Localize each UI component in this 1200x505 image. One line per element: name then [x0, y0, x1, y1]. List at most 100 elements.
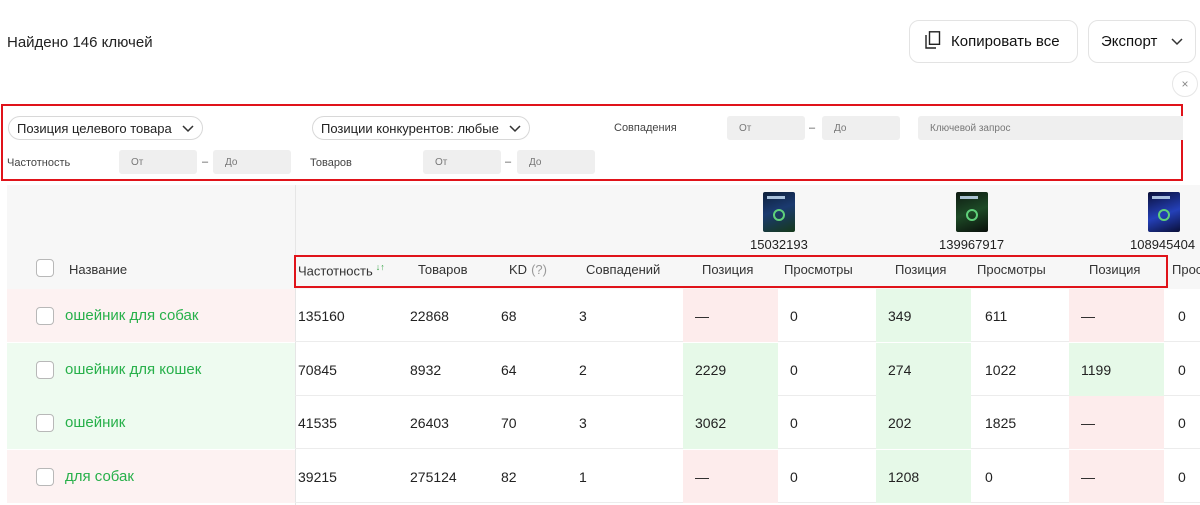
product-image[interactable]	[956, 192, 988, 232]
range-dash: –	[505, 156, 512, 168]
position-cell: —	[1069, 289, 1164, 342]
table-row[interactable]: ошейник 41535 26403 70 3 3062 0 202 1825 — 0	[7, 396, 1200, 449]
chevron-down-icon	[182, 121, 194, 136]
frequency-label: Частотность	[7, 157, 71, 169]
target-position-label: Позиция целевого товара	[17, 120, 172, 136]
export-label: Экспорт	[1101, 33, 1158, 50]
found-keywords-count: Найдено 146 ключей	[7, 34, 153, 51]
column-header-views[interactable]: Прос	[1172, 262, 1200, 277]
range-dash: –	[809, 122, 816, 134]
views-cell: 0	[1178, 414, 1186, 431]
column-header-matches[interactable]: Совпадений	[586, 262, 660, 277]
products-cell: 275124	[410, 468, 457, 485]
row-checkbox[interactable]	[36, 361, 54, 379]
target-position-filter[interactable]: Позиция целевого товара	[8, 116, 203, 140]
position-cell: 274	[876, 343, 971, 396]
range-dash: –	[202, 156, 209, 168]
keyword-search-input[interactable]: Ключевой запрос	[918, 116, 1183, 140]
views-cell: 0	[1178, 361, 1186, 378]
frequency-cell: 70845	[298, 361, 337, 378]
frequency-to-input[interactable]: До	[213, 150, 291, 174]
table-row[interactable]: для собак 39215 275124 82 1 — 0 1208 0 — 0	[7, 450, 1200, 503]
views-cell: 0	[790, 414, 798, 431]
export-dropdown[interactable]: Экспорт	[1088, 20, 1196, 63]
matches-to-input[interactable]: До	[822, 116, 900, 140]
position-cell: —	[1069, 450, 1164, 503]
product-id[interactable]: 15032193	[750, 237, 808, 252]
kd-header-label: KD	[509, 262, 528, 277]
column-header-position[interactable]: Позиция	[1089, 262, 1140, 277]
table-row[interactable]: ошейник для собак 135160 22868 68 3 — 0 349 611 —…	[7, 289, 1200, 342]
sort-icon[interactable]: ↓↑	[376, 262, 385, 272]
copy-all-label: Копировать все	[951, 33, 1060, 50]
column-header-frequency[interactable]: Частотность ↓↑	[298, 262, 385, 278]
keyword-cell: ошейник для собак	[7, 289, 295, 342]
frequency-from-input[interactable]: От	[119, 150, 197, 174]
products-cell: 26403	[410, 414, 449, 431]
matches-from-input[interactable]: От	[727, 116, 805, 140]
views-cell: 1825	[985, 414, 1017, 431]
keyword-link[interactable]: ошейник для кошек	[65, 361, 201, 378]
product-id[interactable]: 108945404	[1130, 237, 1195, 252]
products-from-input[interactable]: От	[423, 150, 501, 174]
copy-all-button[interactable]: Копировать все	[909, 20, 1078, 63]
column-header-views[interactable]: Просмотры	[977, 262, 1046, 277]
keyword-link[interactable]: ошейник	[65, 414, 125, 431]
keyword-cell: для собак	[7, 450, 295, 503]
position-cell: 3062	[683, 396, 778, 449]
frequency-header-label: Частотность	[298, 263, 373, 279]
position-cell: 1208	[876, 450, 971, 503]
table-row[interactable]: ошейник для кошек 70845 8932 64 2 2229 0 274 102…	[7, 343, 1200, 396]
product-id[interactable]: 139967917	[939, 237, 1004, 252]
position-cell: —	[683, 450, 778, 503]
views-cell: 1022	[985, 361, 1017, 378]
position-cell: —	[1069, 396, 1164, 449]
products-label: Товаров	[310, 157, 352, 169]
column-header-kd[interactable]: KD (?)	[509, 262, 547, 277]
competitor-positions-label: Позиции конкурентов: любые	[321, 120, 499, 136]
column-header-views[interactable]: Просмотры	[784, 262, 853, 277]
product-image[interactable]	[1148, 192, 1180, 232]
matches-label: Совпадения	[614, 122, 677, 134]
copy-icon	[925, 30, 941, 53]
views-cell: 0	[985, 468, 993, 485]
keyword-link[interactable]: ошейник для собак	[65, 307, 198, 324]
column-header-position[interactable]: Позиция	[895, 262, 946, 277]
product-image[interactable]	[763, 192, 795, 232]
kd-cell: 70	[501, 414, 517, 431]
chevron-down-icon	[509, 121, 521, 136]
matches-cell: 3	[579, 414, 587, 431]
row-checkbox[interactable]	[36, 307, 54, 325]
column-header-name[interactable]: Название	[69, 262, 127, 277]
position-cell: —	[683, 289, 778, 342]
kd-cell: 64	[501, 361, 517, 378]
frequency-cell: 135160	[298, 307, 345, 324]
filters-panel: Позиция целевого товара Позиции конкурен…	[1, 104, 1183, 181]
row-checkbox[interactable]	[36, 468, 54, 486]
position-cell: 2229	[683, 343, 778, 396]
column-header-products[interactable]: Товаров	[418, 262, 468, 277]
kd-cell: 68	[501, 307, 517, 324]
frequency-cell: 39215	[298, 468, 337, 485]
close-icon[interactable]: ×	[1172, 71, 1198, 97]
frequency-cell: 41535	[298, 414, 337, 431]
views-cell: 611	[985, 307, 1008, 324]
matches-cell: 1	[579, 468, 587, 485]
help-icon[interactable]: (?)	[531, 262, 547, 277]
products-to-input[interactable]: До	[517, 150, 595, 174]
keyword-cell: ошейник для кошек	[7, 343, 295, 396]
chevron-down-icon	[1171, 33, 1183, 50]
views-cell: 0	[790, 468, 798, 485]
position-cell: 1199	[1069, 343, 1164, 396]
column-header-position[interactable]: Позиция	[702, 262, 753, 277]
matches-cell: 3	[579, 307, 587, 324]
position-cell: 202	[876, 396, 971, 449]
views-cell: 0	[1178, 468, 1186, 485]
competitor-positions-filter[interactable]: Позиции конкурентов: любые	[312, 116, 530, 140]
products-cell: 22868	[410, 307, 449, 324]
views-cell: 0	[1178, 307, 1186, 324]
select-all-checkbox[interactable]	[36, 259, 54, 277]
keyword-link[interactable]: для собак	[65, 468, 134, 485]
row-checkbox[interactable]	[36, 414, 54, 432]
keyword-cell: ошейник	[7, 396, 295, 449]
